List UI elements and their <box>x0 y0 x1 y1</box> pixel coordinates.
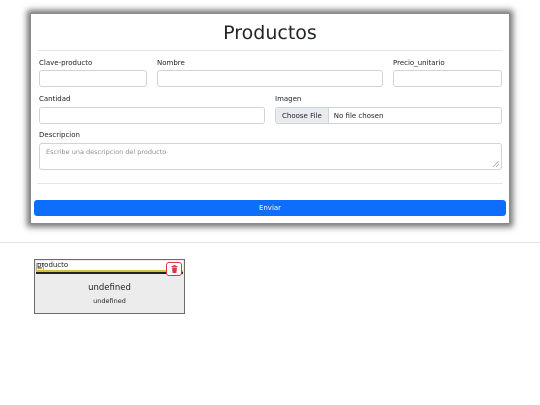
resize-handle-icon[interactable] <box>493 161 499 167</box>
cantidad-label: Cantidad <box>39 95 71 103</box>
imagen-label: Imagen <box>275 95 302 103</box>
nombre-label: Nombre <box>157 59 185 67</box>
choose-file-button[interactable]: Choose File <box>276 108 329 123</box>
card-stripe-dark <box>36 272 183 274</box>
product-form-card: Productos Clave-producto Nombre Precio_u… <box>30 13 510 224</box>
cantidad-input[interactable] <box>39 107 265 124</box>
product-name: undefined <box>88 283 131 293</box>
imagen-file-input[interactable]: Choose File No file chosen <box>275 107 502 124</box>
precio-unitario-input[interactable] <box>393 70 502 87</box>
product-card: producto undefined undefined <box>34 259 185 314</box>
form-divider <box>37 183 503 184</box>
form-title: Productos <box>223 22 317 44</box>
nombre-input[interactable] <box>157 70 383 87</box>
product-image-alt: producto <box>37 261 69 269</box>
product-description: undefined <box>93 297 126 305</box>
clave-producto-label: Clave-producto <box>39 59 93 67</box>
precio-unitario-label: Precio_unitario <box>393 59 445 67</box>
clave-producto-input[interactable] <box>39 70 147 87</box>
title-divider <box>37 50 503 51</box>
descripcion-textarea[interactable]: Escribe una descripcion del producto <box>39 143 502 170</box>
delete-product-button[interactable] <box>166 262 182 276</box>
descripcion-label: Descripcion <box>39 131 80 139</box>
file-status: No file chosen <box>333 111 384 120</box>
page-divider <box>0 242 540 243</box>
trash-icon <box>171 265 177 273</box>
descripcion-placeholder: Escribe una descripcion del producto <box>46 148 167 156</box>
enviar-button[interactable]: Enviar <box>34 200 506 216</box>
